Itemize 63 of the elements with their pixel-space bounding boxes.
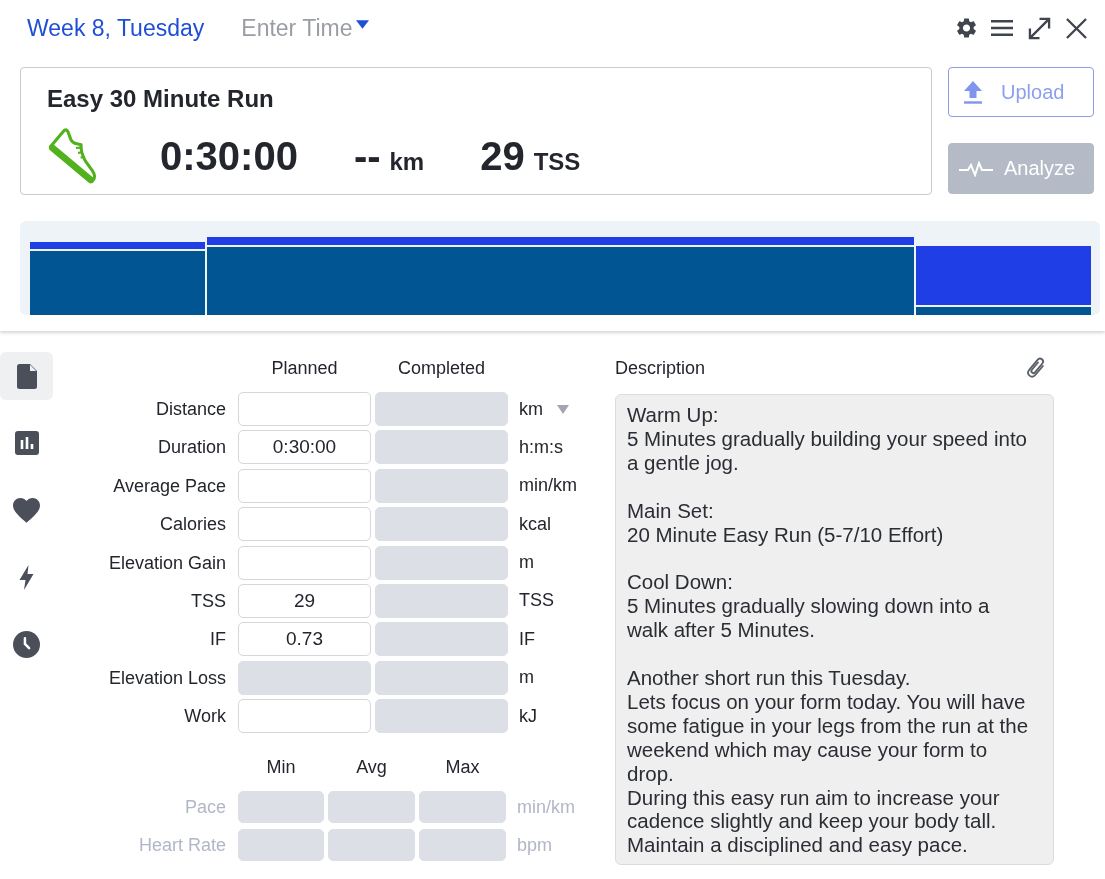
field-label: TSS — [191, 589, 226, 612]
settings-icon[interactable] — [957, 18, 976, 38]
input-field[interactable] — [238, 791, 324, 824]
input-field[interactable]: 0:30:00 — [238, 430, 371, 465]
field-label: Duration — [157, 436, 226, 459]
workout-title: Easy 30 Minute Run — [47, 85, 274, 113]
unit-label: m — [519, 667, 534, 689]
field-label: Elevation Loss — [108, 666, 226, 689]
input-field[interactable] — [238, 468, 371, 503]
input-field[interactable] — [238, 545, 371, 580]
input-field[interactable] — [419, 829, 506, 862]
field-label: Elevation Gain — [108, 551, 226, 574]
column-header: Max — [445, 756, 480, 779]
field-label: Distance — [155, 398, 226, 420]
stat-value: 0:30:00 — [160, 134, 298, 178]
document-icon — [16, 363, 37, 389]
field-label: Work — [184, 705, 226, 728]
unit-label: TSS — [519, 590, 554, 612]
stat-unit: km — [389, 148, 425, 176]
menu-icon[interactable] — [991, 20, 1013, 36]
expand-icon[interactable] — [1028, 16, 1051, 40]
lightning-icon — [19, 564, 34, 590]
column-header: Min — [266, 756, 296, 779]
column-header: Avg — [356, 756, 387, 779]
input-field[interactable] — [328, 791, 415, 824]
unit-label: kJ — [519, 705, 537, 727]
bar-chart-icon — [14, 431, 39, 455]
field-label: Calories — [159, 513, 226, 536]
field-label: Average Pace — [113, 474, 226, 497]
unit-label: km — [519, 398, 543, 420]
column-header: Completed — [397, 357, 485, 379]
stat-unit: TSS — [533, 148, 581, 176]
input-field[interactable] — [238, 699, 371, 734]
unit-label: min/km — [517, 796, 575, 818]
caret-icon[interactable] — [355, 19, 369, 29]
input-field[interactable] — [238, 392, 371, 426]
field-label: IF — [210, 628, 226, 651]
unit-label: min/km — [519, 475, 577, 497]
field-label: Pace — [184, 796, 226, 819]
input-field[interactable] — [328, 829, 415, 862]
stat-value: -- — [353, 134, 381, 178]
input-field[interactable] — [238, 829, 324, 862]
unit-label: h:m:s — [519, 436, 563, 458]
unit-label: kcal — [519, 513, 551, 535]
description-label: Description — [615, 357, 706, 379]
field-label: Heart Rate — [138, 834, 226, 857]
stat-value: 29 — [480, 134, 525, 178]
column-header: Planned — [271, 357, 338, 379]
unit-label: m — [519, 552, 534, 574]
sidebar-tab[interactable] — [0, 352, 53, 400]
unit-label: bpm — [517, 834, 552, 856]
pulse-icon — [959, 160, 993, 177]
input-field[interactable] — [419, 791, 506, 824]
input-field[interactable]: 0.73 — [238, 622, 371, 657]
week-title: Week 8, Tuesday — [27, 14, 205, 42]
upload-icon — [963, 80, 983, 104]
heart-icon — [13, 497, 40, 523]
input-field[interactable] — [238, 507, 371, 542]
unit-label: IF — [519, 628, 535, 650]
close-icon[interactable] — [1066, 17, 1087, 39]
clock-icon — [13, 630, 40, 658]
description-field[interactable]: Warm Up: 5 Minutes gradually building your speed into a gentle jog. Main Set: 20 Minute Easy Run (5-7/10 Effort) Cool Down: 5 Minutes gradually slowing down into a walk after 5 Minutes. Another short run this Tuesday. Lets focus on your form today. You will have some fatigue in your legs from the run at the weekend which may cause your form to drop. During this easy run aim to increase your cadence slightly and keep your body tall. Maintain a disciplined and easy pace. — [615, 394, 1054, 865]
input-field[interactable]: 29 — [238, 583, 371, 618]
